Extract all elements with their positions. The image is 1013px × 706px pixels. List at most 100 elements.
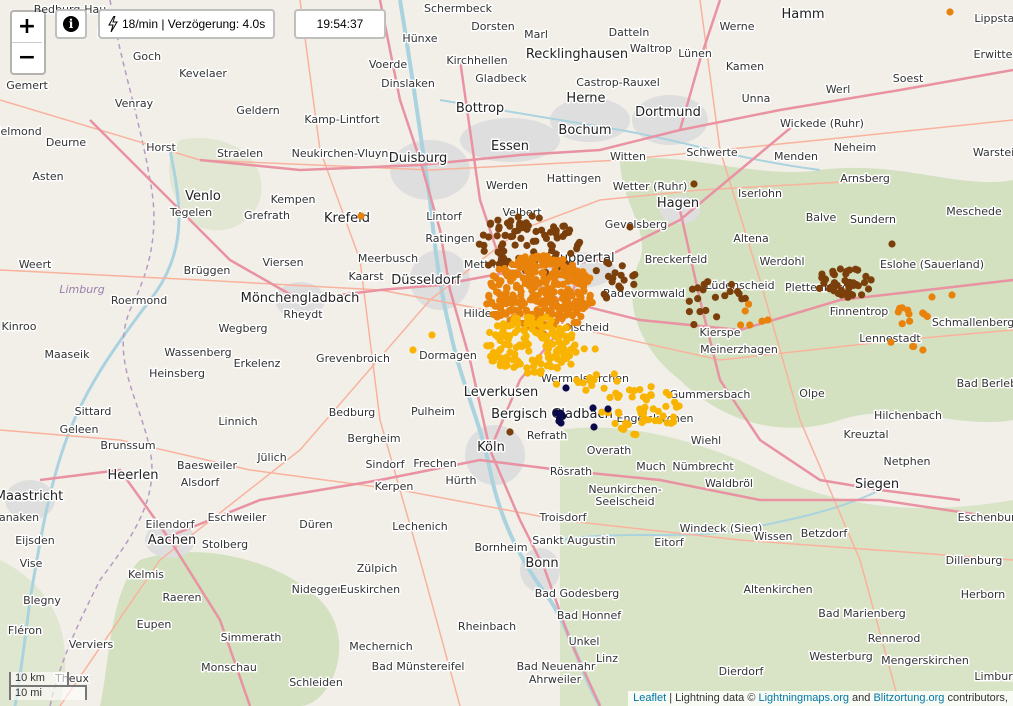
strike-old	[501, 231, 509, 239]
strike-mid	[909, 342, 917, 351]
strike-old	[728, 280, 736, 289]
strike-old	[860, 279, 869, 287]
attribution-tail: contributors,	[944, 692, 1008, 704]
strike-new	[428, 331, 436, 339]
strike-new	[511, 350, 519, 358]
place-label: Schmallenberg	[932, 316, 1013, 329]
strike-new	[572, 348, 580, 356]
strike-old	[528, 212, 536, 220]
strike-mid	[528, 287, 536, 295]
leaflet-link[interactable]: Leaflet	[633, 692, 666, 704]
strike-old	[601, 291, 609, 299]
place-label: Düren	[299, 518, 332, 531]
place-label: Iserlohn	[738, 187, 782, 200]
place-label: Aachen	[148, 533, 196, 548]
strike-mid	[948, 291, 956, 299]
place-label: Fléron	[8, 624, 42, 637]
place-label: Dormagen	[419, 349, 477, 362]
blitzortung-link[interactable]: Blitzortung.org	[873, 692, 944, 704]
place-label: Stolberg	[202, 538, 248, 551]
strike-old	[523, 241, 531, 250]
strike-new	[588, 381, 596, 389]
strike-mid	[570, 271, 578, 280]
place-label: Much	[636, 460, 666, 473]
strike-mid	[560, 265, 568, 273]
place-label: Maaseik	[45, 348, 91, 361]
info-icon: i	[63, 16, 79, 32]
place-label: Voerde	[369, 58, 407, 71]
strike-new	[649, 405, 657, 413]
place-label: Gemert	[6, 79, 48, 92]
place-label: Eslohe (Sauerland)	[880, 258, 984, 271]
strike-mid	[887, 338, 895, 346]
strike-mid	[491, 302, 499, 310]
strike-mid	[898, 320, 906, 328]
place-label: Neukirchen-Vluyn	[292, 147, 389, 160]
place-label: Schwerte	[686, 146, 738, 159]
place-label: Lechenich	[392, 520, 448, 533]
lightningmaps-link[interactable]: Lightningmaps.org	[758, 692, 849, 704]
strike-new	[484, 342, 492, 350]
strike-new	[662, 388, 670, 397]
place-label: Rennerod	[868, 632, 921, 645]
place-label: Netphen	[883, 455, 930, 468]
strike-old	[592, 267, 600, 275]
strike-old	[721, 292, 729, 300]
strike-old	[615, 282, 623, 290]
place-label: Meschede	[946, 205, 1002, 218]
strike-old	[696, 308, 704, 316]
place-label: Meerbusch	[358, 252, 418, 265]
strike-old	[685, 297, 693, 305]
info-button[interactable]: i	[55, 9, 87, 39]
place-label: Dierdorf	[719, 665, 765, 678]
place-label: Unna	[742, 92, 771, 105]
strike-mid	[904, 306, 912, 314]
place-label: Waldbröl	[705, 477, 753, 490]
place-label: Wissen	[754, 530, 793, 543]
place-label: Kamen	[726, 60, 764, 73]
place-label: Sundern	[850, 213, 896, 226]
strike-new	[659, 412, 667, 420]
place-label: Herborn	[961, 588, 1006, 601]
place-label: Vise	[20, 557, 43, 570]
place-label: Kamp-Lintfort	[304, 113, 380, 126]
strike-new	[675, 402, 683, 410]
clock-text: 19:54:37	[316, 17, 364, 31]
strike-mid	[561, 292, 570, 300]
place-label: Heerlen	[108, 468, 159, 483]
place-label: Eschweiler	[208, 511, 267, 524]
strike-new	[543, 362, 551, 370]
strike-new	[486, 328, 494, 337]
place-label: Rheydt	[283, 308, 323, 321]
place-label: Balve	[806, 211, 837, 224]
strike-new	[520, 327, 528, 335]
place-label: Hünxe	[402, 32, 437, 45]
strike-new	[567, 360, 575, 368]
strike-new	[554, 355, 562, 363]
map-canvas[interactable]: Schermbeck Dorsten Marl Datteln Hamm Lippstad…	[0, 0, 1013, 706]
place-label: Straelen	[217, 147, 263, 160]
place-label: Bad Münstereifel	[372, 660, 465, 673]
strike-old	[858, 291, 866, 299]
place-label: Linz	[596, 652, 618, 665]
strike-mid	[504, 298, 513, 306]
place-label: Dortmund	[635, 105, 701, 120]
strike-new	[647, 383, 655, 391]
strike-old	[553, 234, 561, 242]
strike-old	[479, 231, 487, 239]
strike-new	[524, 340, 532, 348]
strike-mid	[537, 300, 545, 308]
place-label: Mechernich	[349, 640, 412, 653]
strike-new	[591, 345, 599, 353]
zoom-in-button[interactable]: +	[12, 12, 42, 42]
place-label: Monschau	[201, 661, 257, 674]
place-label: Siegen	[855, 477, 899, 492]
strike-mid	[745, 300, 753, 308]
scale-mi: 10 mi	[9, 685, 87, 700]
strike-mid	[516, 263, 524, 271]
place-label: Witten	[610, 150, 646, 163]
place-label: Refrath	[527, 429, 567, 442]
place-label: Grefrath	[244, 209, 290, 222]
place-label: Bergheim	[347, 432, 400, 445]
zoom-out-button[interactable]: −	[12, 42, 42, 73]
